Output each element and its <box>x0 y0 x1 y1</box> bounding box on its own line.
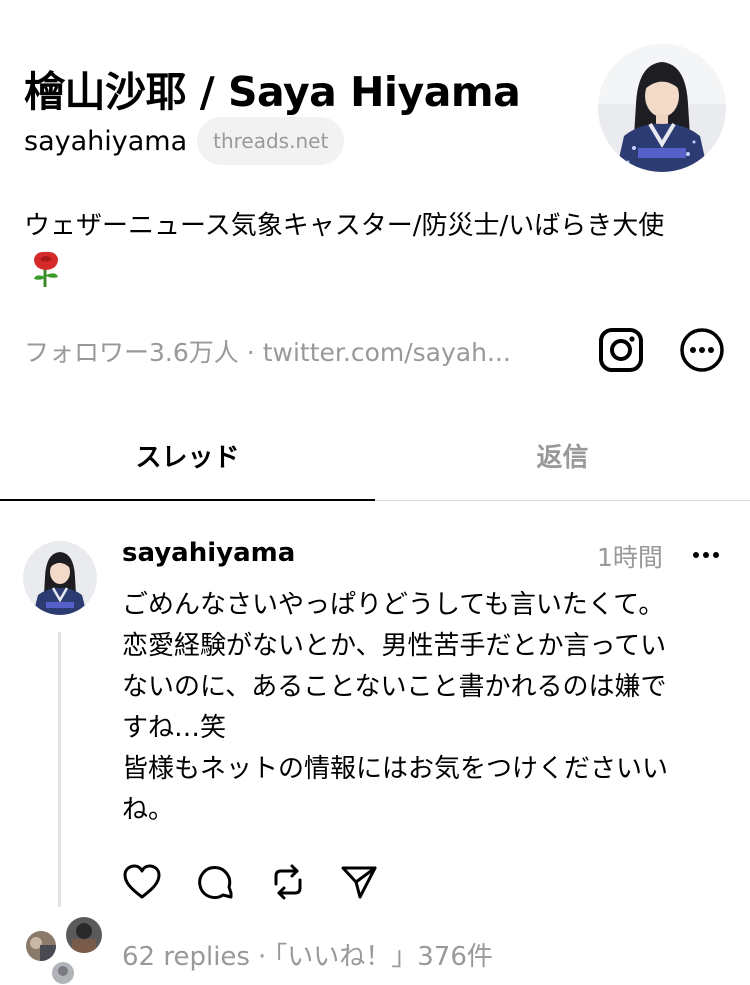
comment-icon[interactable] <box>196 862 236 902</box>
repost-icon[interactable] <box>268 862 308 902</box>
likes-count[interactable]: 「いいね！」376件 <box>274 942 493 972</box>
post-more-icon[interactable] <box>690 543 722 567</box>
post-stats: 62 replies · 「いいね！」376件 <box>122 936 493 973</box>
profile-avatar[interactable] <box>598 44 726 172</box>
thread-line <box>58 632 61 907</box>
profile-bio: ウェザーニュース気象キャスター/防災士/いばらき大使 <box>24 211 665 241</box>
post-line: ないのに、あることないこと書かれるのは嫌で <box>122 672 667 702</box>
reply-avatar[interactable] <box>24 929 58 963</box>
stats-separator: · <box>257 942 267 972</box>
rose-icon <box>28 249 64 289</box>
reply-avatar[interactable] <box>64 915 104 955</box>
post-username[interactable]: sayahiyama <box>122 538 295 568</box>
send-icon[interactable] <box>339 862 379 902</box>
domain-badge[interactable]: threads.net <box>197 117 345 165</box>
tab-active-indicator <box>0 499 375 501</box>
heart-icon[interactable] <box>122 862 162 902</box>
post-line: ごめんなさいやっぱりどうしても言いたくて。 <box>122 590 665 620</box>
more-icon[interactable] <box>679 327 725 373</box>
tab-replies[interactable]: 返信 <box>375 437 750 474</box>
reply-avatar[interactable] <box>50 960 76 985</box>
meta-separator: · <box>246 338 255 367</box>
post-avatar[interactable] <box>23 541 97 615</box>
post-timestamp: 1時間 <box>597 543 663 572</box>
instagram-icon[interactable] <box>598 327 644 373</box>
post-line: ね。 <box>122 795 175 825</box>
profile-link[interactable]: twitter.com/sayah... <box>263 338 511 367</box>
tab-threads[interactable]: スレッド <box>0 437 375 474</box>
post-body: ごめんなさいやっぱりどうしても言いたくて。 恋愛経験がないとか、男性苦手だとか言… <box>122 585 722 831</box>
profile-name: 檜山沙耶 / Saya Hiyama <box>24 68 521 116</box>
replies-count[interactable]: 62 replies <box>122 942 250 972</box>
post-line: すね…笑 <box>122 713 227 743</box>
profile-meta: フォロワー3.6万人 · twitter.com/sayah... <box>24 333 511 369</box>
profile-handle: sayahiyama <box>24 125 188 157</box>
post-line: 恋愛経験がないとか、男性苦手だとか言ってい <box>122 631 667 661</box>
post-line: 皆様もネットの情報にはお気をつけくださいい <box>122 754 669 784</box>
handle-row: sayahiyama threads.net <box>24 117 345 165</box>
followers-count[interactable]: フォロワー3.6万人 <box>24 338 239 367</box>
